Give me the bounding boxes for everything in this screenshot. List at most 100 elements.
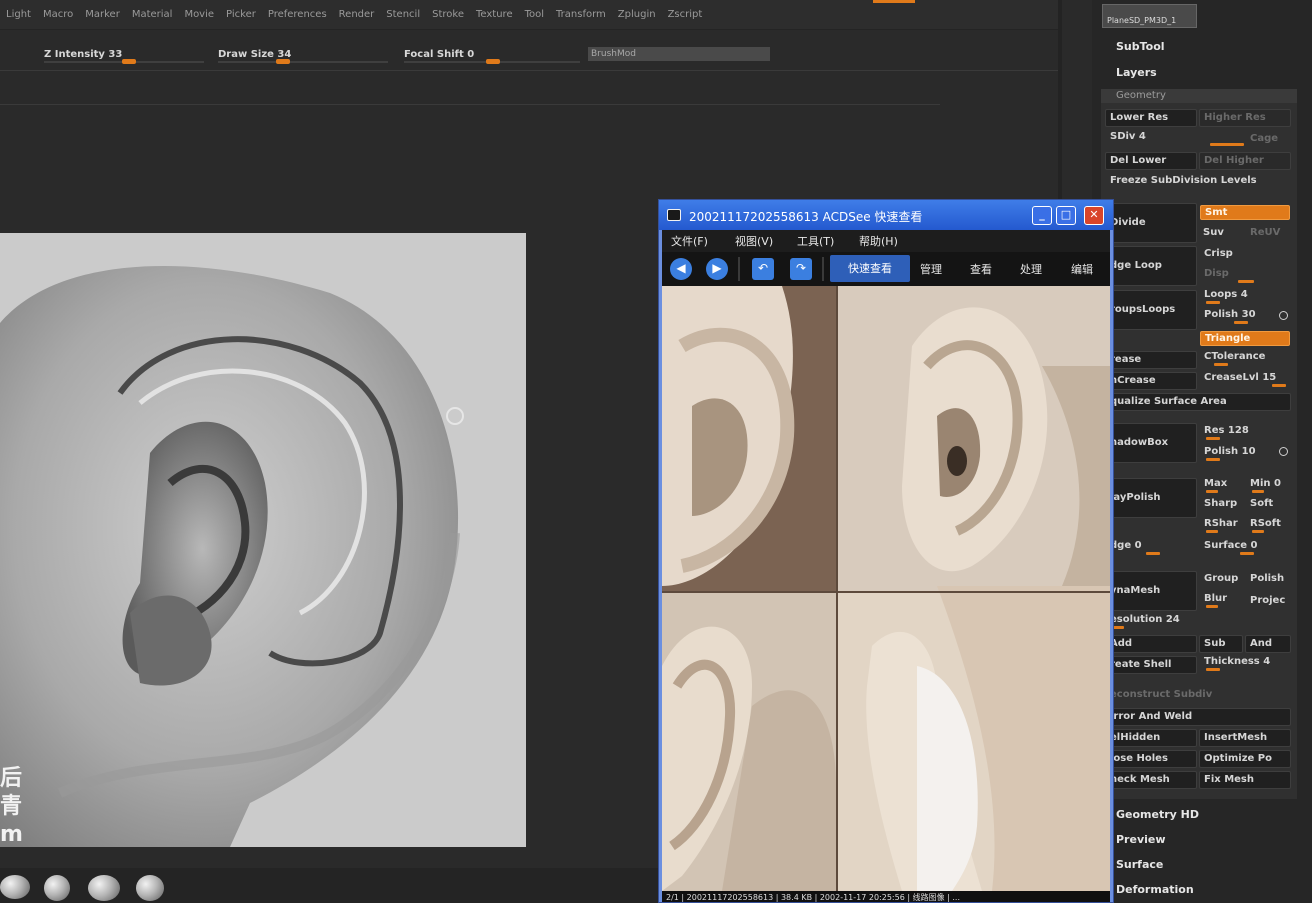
menu-marker[interactable]: Marker: [85, 9, 120, 20]
menu-transform[interactable]: Transform: [556, 9, 606, 20]
mirror-and-weld-button[interactable]: irror And Weld: [1105, 708, 1291, 726]
menu-render[interactable]: Render: [339, 9, 375, 20]
crease-button[interactable]: rease: [1105, 351, 1197, 369]
create-shell-button[interactable]: reate Shell: [1105, 656, 1197, 674]
lower-res-button[interactable]: Lower Res: [1105, 109, 1197, 127]
sharp-slider[interactable]: Sharp: [1204, 498, 1237, 509]
res-slider[interactable]: Res 128: [1204, 425, 1249, 436]
minimize-button[interactable]: _: [1032, 206, 1052, 225]
shadowbox-button[interactable]: hadowBox: [1105, 423, 1197, 463]
layers-section[interactable]: Layers: [1116, 66, 1157, 79]
reference-image[interactable]: [662, 286, 1110, 891]
deformation-section[interactable]: Deformation: [1116, 883, 1194, 896]
creaselvl-slider[interactable]: CreaseLvl 15: [1204, 372, 1276, 383]
sub-button[interactable]: Sub: [1199, 635, 1243, 653]
close-holes-button[interactable]: lose Holes: [1105, 750, 1197, 768]
acdsee-title-bar[interactable]: 20021117202558613 ACDSee 快速查看 _ □ ✕: [659, 200, 1113, 230]
menu-stencil[interactable]: Stencil: [386, 9, 420, 20]
next-image-icon[interactable]: ▶: [706, 258, 728, 280]
focal-shift-slider[interactable]: Focal Shift 0: [404, 42, 580, 64]
tab-edit[interactable]: 编辑: [1071, 261, 1093, 277]
focal-shift-knob[interactable]: [486, 59, 500, 64]
soft-slider[interactable]: Soft: [1250, 498, 1273, 509]
polish-toggle[interactable]: Polish: [1250, 573, 1284, 584]
tab-quick-view[interactable]: 快速查看: [830, 255, 910, 282]
divide-button[interactable]: Divide: [1105, 203, 1197, 243]
menu-tools[interactable]: 工具(T): [797, 233, 834, 249]
menu-movie[interactable]: Movie: [184, 9, 214, 20]
triangle-toggle[interactable]: Triangle: [1200, 331, 1290, 346]
subtool-section[interactable]: SubTool: [1116, 40, 1165, 53]
polish-circle-icon[interactable]: [1279, 311, 1288, 320]
groups-loops-button[interactable]: roupsLoops: [1105, 290, 1197, 330]
menu-material[interactable]: Material: [132, 9, 173, 20]
surface-slider[interactable]: Surface 0: [1204, 540, 1258, 551]
claypolish-button[interactable]: layPolish: [1105, 478, 1197, 518]
polish-slider[interactable]: Polish 30: [1204, 309, 1256, 320]
menu-file[interactable]: 文件(F): [671, 233, 708, 249]
tab-manage[interactable]: 管理: [920, 261, 942, 277]
brush-modifier-field[interactable]: BrushMod: [588, 47, 770, 61]
polish-10-slider[interactable]: Polish 10: [1204, 446, 1256, 457]
menu-stroke[interactable]: Stroke: [432, 9, 464, 20]
reconstruct-subdiv-button[interactable]: econstruct Subdiv: [1110, 689, 1212, 700]
material-ball-icon[interactable]: [0, 875, 30, 899]
draw-size-slider[interactable]: Draw Size 34: [218, 42, 388, 64]
rotate-right-icon[interactable]: ↷: [790, 258, 812, 280]
material-ball-icon[interactable]: [44, 875, 70, 901]
max-slider[interactable]: Max: [1204, 478, 1227, 489]
higher-res-button[interactable]: Higher Res: [1199, 109, 1291, 127]
acdsee-window[interactable]: 20021117202558613 ACDSee 快速查看 _ □ ✕ 文件(F…: [658, 199, 1114, 903]
del-lower-button[interactable]: Del Lower: [1105, 152, 1197, 170]
loops-slider[interactable]: Loops 4: [1204, 289, 1248, 300]
menu-zplugin[interactable]: Zplugin: [618, 9, 656, 20]
menu-view[interactable]: 视图(V): [735, 233, 773, 249]
optimize-points-button[interactable]: Optimize Po: [1199, 750, 1291, 768]
rshar-slider[interactable]: RShar: [1204, 518, 1238, 529]
del-higher-button[interactable]: Del Higher: [1199, 152, 1291, 170]
z-intensity-knob[interactable]: [122, 59, 136, 64]
menu-preferences[interactable]: Preferences: [268, 9, 327, 20]
uncrease-button[interactable]: nCrease: [1105, 372, 1197, 390]
ctolerance-slider[interactable]: CTolerance: [1204, 351, 1265, 362]
check-mesh-button[interactable]: heck Mesh: [1105, 771, 1197, 789]
draw-size-knob[interactable]: [276, 59, 290, 64]
tab-process[interactable]: 处理: [1020, 261, 1042, 277]
close-button[interactable]: ✕: [1084, 206, 1104, 225]
previous-image-icon[interactable]: ◀: [670, 258, 692, 280]
fix-mesh-button[interactable]: Fix Mesh: [1199, 771, 1291, 789]
material-ball-icon[interactable]: [136, 875, 164, 901]
rotate-left-icon[interactable]: ↶: [752, 258, 774, 280]
menu-light[interactable]: Light: [6, 9, 31, 20]
min-slider[interactable]: Min 0: [1250, 478, 1281, 489]
z-intensity-slider[interactable]: Z Intensity 33: [44, 42, 204, 64]
maximize-button[interactable]: □: [1056, 206, 1076, 225]
menu-tool[interactable]: Tool: [525, 9, 544, 20]
geometry-hd-section[interactable]: Geometry HD: [1116, 808, 1199, 821]
edge-slider[interactable]: dge 0: [1110, 540, 1142, 551]
menu-help[interactable]: 帮助(H): [859, 233, 898, 249]
polish-circle-icon[interactable]: [1279, 447, 1288, 456]
project-toggle[interactable]: Projec: [1250, 595, 1285, 606]
reuv-button[interactable]: ReUV: [1250, 227, 1280, 238]
menu-texture[interactable]: Texture: [476, 9, 513, 20]
thickness-slider[interactable]: Thickness 4: [1204, 656, 1270, 667]
tab-view[interactable]: 查看: [970, 261, 992, 277]
and-button[interactable]: And: [1245, 635, 1291, 653]
transform-gizmo-icon[interactable]: [446, 407, 464, 425]
delhidden-button[interactable]: elHidden: [1105, 729, 1197, 747]
equalize-surface-button[interactable]: qualize Surface Area: [1105, 393, 1291, 411]
resolution-slider[interactable]: esolution 24: [1110, 614, 1180, 625]
preview-section[interactable]: Preview: [1116, 833, 1166, 846]
dynamesh-button[interactable]: ynaMesh: [1105, 571, 1197, 611]
add-button[interactable]: Add: [1105, 635, 1197, 653]
cage-button[interactable]: Cage: [1250, 133, 1278, 144]
blur-slider[interactable]: Blur: [1204, 593, 1227, 604]
menu-picker[interactable]: Picker: [226, 9, 256, 20]
material-ball-icon[interactable]: [88, 875, 120, 901]
menu-zscript[interactable]: Zscript: [668, 9, 703, 20]
tool-thumbnail[interactable]: PlaneSD_PM3D_1: [1102, 4, 1197, 28]
freeze-subdivision-button[interactable]: Freeze SubDivision Levels: [1110, 175, 1257, 186]
rsoft-slider[interactable]: RSoft: [1250, 518, 1281, 529]
crisp-toggle[interactable]: Crisp: [1204, 248, 1233, 259]
